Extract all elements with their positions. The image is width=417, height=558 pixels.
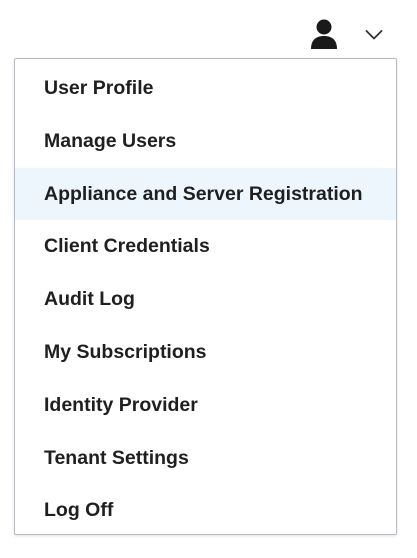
top-bar	[0, 0, 417, 58]
user-icon[interactable]	[308, 18, 340, 50]
chevron-down-icon[interactable]	[365, 28, 383, 40]
menu-item-audit-log[interactable]: Audit Log	[15, 273, 396, 326]
menu-item-appliance-server-registration[interactable]: Appliance and Server Registration	[15, 167, 396, 221]
menu-item-manage-users[interactable]: Manage Users	[15, 115, 396, 168]
user-menu-toggle[interactable]	[300, 12, 400, 52]
menu-item-client-credentials[interactable]: Client Credentials	[15, 220, 396, 273]
menu-item-identity-provider[interactable]: Identity Provider	[15, 379, 396, 432]
menu-item-user-profile[interactable]: User Profile	[15, 62, 396, 115]
user-dropdown-menu: User Profile Manage Users Appliance and …	[14, 58, 397, 535]
menu-item-log-off[interactable]: Log Off	[15, 484, 396, 537]
menu-item-tenant-settings[interactable]: Tenant Settings	[15, 432, 396, 485]
menu-item-my-subscriptions[interactable]: My Subscriptions	[15, 326, 396, 379]
